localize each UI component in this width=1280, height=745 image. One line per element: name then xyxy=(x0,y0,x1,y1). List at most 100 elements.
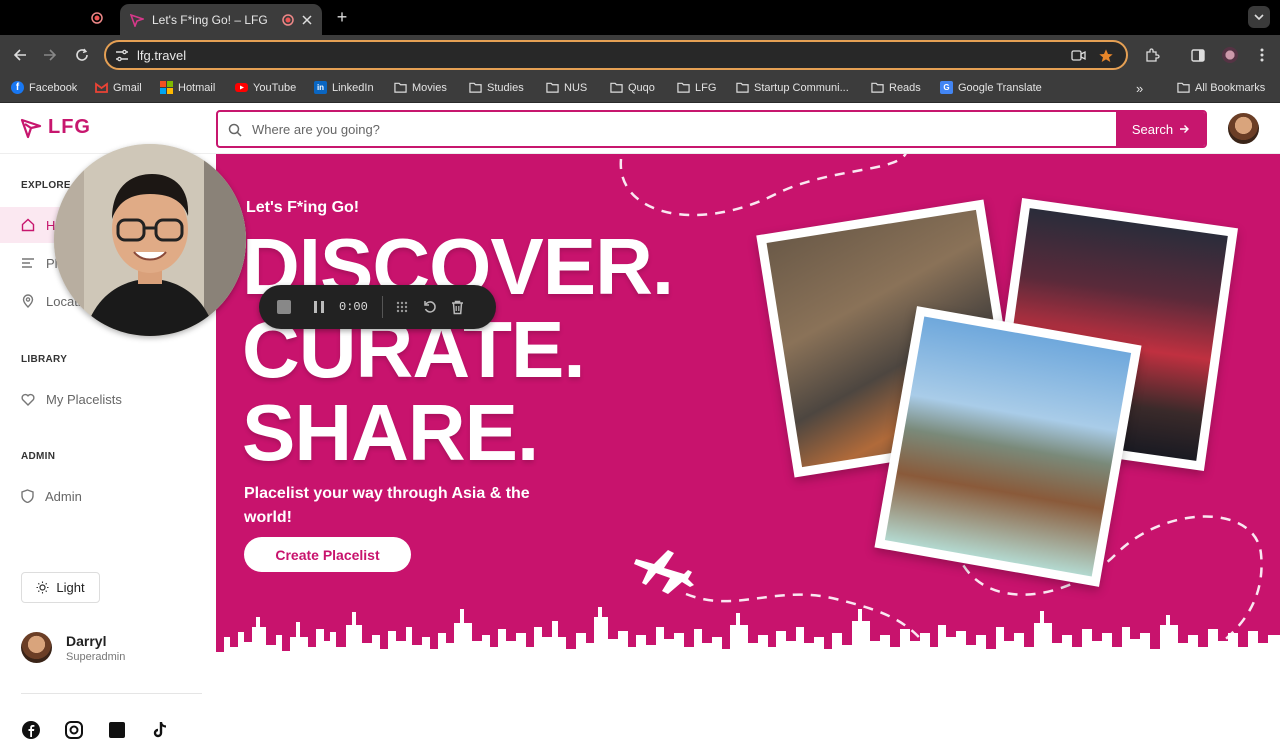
facebook-icon[interactable] xyxy=(21,720,41,740)
hero-banner: Let's F*ing Go! DISCOVER. CURATE. SHARE.… xyxy=(216,154,1280,682)
trash-icon[interactable] xyxy=(451,300,464,315)
browser-menu-button[interactable] xyxy=(1252,45,1272,65)
airplane-icon xyxy=(634,550,694,594)
new-tab-button[interactable]: + xyxy=(332,8,352,28)
arrow-right-icon xyxy=(44,49,57,61)
theme-toggle-button[interactable]: Light xyxy=(21,572,100,603)
microsoft-icon xyxy=(160,81,173,94)
restart-icon[interactable] xyxy=(423,300,437,314)
divider xyxy=(381,296,383,318)
puzzle-icon xyxy=(1145,47,1160,62)
recording-tab-icon[interactable] xyxy=(88,9,106,27)
bookmark-linkedin[interactable]: in LinkedIn xyxy=(314,81,374,94)
search-icon xyxy=(228,123,242,137)
reload-button[interactable] xyxy=(72,45,92,65)
shield-icon xyxy=(21,489,34,503)
url-text: lfg.travel xyxy=(137,48,187,63)
user-role: Superadmin xyxy=(66,650,126,663)
back-button[interactable] xyxy=(10,45,30,65)
arrow-left-icon xyxy=(13,49,26,61)
bookmark-folder-reads[interactable]: Reads xyxy=(871,81,921,94)
address-bar[interactable]: lfg.travel xyxy=(104,40,1128,70)
bookmark-facebook[interactable]: f Facebook xyxy=(11,81,77,94)
youtube-icon xyxy=(235,83,248,92)
folder-icon xyxy=(736,82,749,93)
heart-icon xyxy=(21,393,35,406)
divider xyxy=(21,693,202,694)
tab-title: Let's F*ing Go! – LFG xyxy=(152,12,268,27)
search-button[interactable]: Search xyxy=(1116,112,1205,146)
browser-tab-strip: Let's F*ing Go! – LFG + xyxy=(0,0,1280,35)
linkedin-icon[interactable] xyxy=(107,720,127,740)
section-label-library: LIBRARY xyxy=(21,354,68,365)
headline-share: SHARE. xyxy=(242,388,539,477)
drag-handle-icon[interactable] xyxy=(395,300,409,314)
extensions-button[interactable] xyxy=(1142,45,1162,65)
bookmark-folder-nus[interactable]: NUS xyxy=(546,81,587,94)
user-avatar-menu[interactable] xyxy=(1228,113,1259,144)
logo-text: LFG xyxy=(48,116,91,138)
kebab-menu-icon xyxy=(1260,48,1264,62)
camera-icon[interactable] xyxy=(1071,50,1086,61)
all-bookmarks-button[interactable]: All Bookmarks xyxy=(1177,81,1265,94)
folder-icon xyxy=(469,82,482,93)
side-panel-button[interactable] xyxy=(1188,45,1208,65)
bookmark-folder-quqo[interactable]: Quqo xyxy=(610,81,655,94)
instagram-icon[interactable] xyxy=(64,720,84,740)
profile-avatar xyxy=(1222,47,1238,63)
double-chevron-right-icon: » xyxy=(1136,81,1144,96)
user-name: Darryl xyxy=(66,632,107,649)
translate-icon: G xyxy=(940,81,953,94)
chevron-down-icon xyxy=(1254,13,1264,20)
logo[interactable]: LFG xyxy=(20,116,91,139)
bookmark-youtube[interactable]: YouTube xyxy=(235,81,296,94)
bookmarks-bar: f Facebook Gmail Hotmail YouTube in Link… xyxy=(0,75,1280,103)
search-input[interactable] xyxy=(252,112,1112,146)
reload-icon xyxy=(76,48,88,61)
folder-icon xyxy=(610,82,623,93)
side-panel-icon xyxy=(1191,48,1205,62)
tiktok-icon[interactable] xyxy=(150,720,170,740)
webcam-overlay[interactable] xyxy=(54,144,246,336)
create-placelist-button[interactable]: Create Placelist xyxy=(244,537,411,572)
presenter-video xyxy=(54,144,246,336)
section-label-admin: ADMIN xyxy=(21,451,56,462)
folder-icon xyxy=(546,82,559,93)
pause-icon[interactable] xyxy=(313,300,325,314)
lfg-favicon-icon xyxy=(130,13,144,27)
close-tab-icon[interactable] xyxy=(302,14,312,25)
search-bar: Search xyxy=(216,110,1207,148)
recording-timer: 0:00 xyxy=(339,300,368,314)
location-pin-icon xyxy=(22,294,34,308)
active-tab[interactable]: Let's F*ing Go! – LFG xyxy=(120,4,322,35)
profile-avatar-button[interactable] xyxy=(1220,45,1240,65)
bookmark-folder-studies[interactable]: Studies xyxy=(469,81,524,94)
linkedin-icon: in xyxy=(314,81,327,94)
photo-beach-boat xyxy=(874,306,1142,587)
social-links xyxy=(21,720,170,740)
recording-indicator-icon xyxy=(282,13,294,26)
bookmark-hotmail[interactable]: Hotmail xyxy=(160,81,215,94)
more-bookmarks-button[interactable]: » xyxy=(1136,81,1143,96)
tab-search-button[interactable] xyxy=(1248,6,1270,28)
bookmark-star-icon[interactable] xyxy=(1098,48,1114,64)
sidebar-item-admin[interactable]: Admin xyxy=(0,478,216,514)
user-profile[interactable]: Darryl Superadmin xyxy=(21,632,125,663)
folder-icon xyxy=(677,82,690,93)
content-below-hero xyxy=(216,682,1280,731)
bookmark-folder-movies[interactable]: Movies xyxy=(394,81,447,94)
bookmark-google-translate[interactable]: G Google Translate xyxy=(940,81,1042,94)
sidebar-item-my-placelists[interactable]: My Placelists xyxy=(0,381,216,417)
forward-button[interactable] xyxy=(40,45,60,65)
avatar xyxy=(21,632,52,663)
folder-icon xyxy=(1177,82,1190,93)
bookmark-folder-lfg[interactable]: LFG xyxy=(677,81,716,94)
site-settings-icon[interactable] xyxy=(115,49,129,62)
folder-icon xyxy=(871,82,884,93)
section-label-explore: EXPLORE xyxy=(21,180,71,191)
list-icon xyxy=(22,258,34,268)
stop-recording-button[interactable] xyxy=(277,300,291,314)
bookmark-folder-startup[interactable]: Startup Communi... xyxy=(736,81,849,94)
hero-tagline: Let's F*ing Go! xyxy=(246,199,360,216)
bookmark-gmail[interactable]: Gmail xyxy=(95,81,142,94)
